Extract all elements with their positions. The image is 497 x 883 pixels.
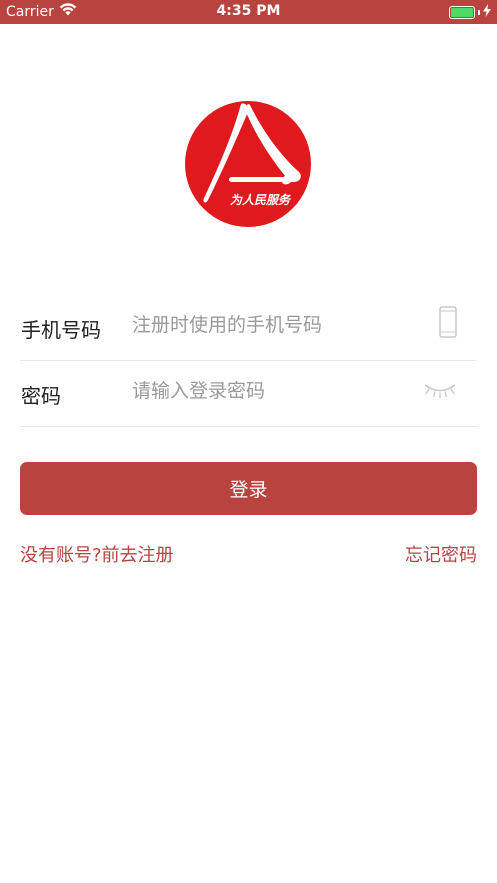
app-logo: 为人民服务 (184, 100, 312, 228)
battery-icon (449, 6, 475, 19)
phone-icon (439, 306, 457, 342)
battery-level (451, 8, 473, 17)
forgot-password-link[interactable]: 忘记密码 (405, 541, 477, 567)
phone-input[interactable] (132, 308, 412, 342)
phone-label: 手机号码 (21, 318, 101, 342)
status-bar: Carrier 4:35 PM (0, 0, 497, 24)
status-time: 4:35 PM (216, 3, 281, 19)
battery-cap (478, 10, 480, 15)
logo-caption: 为人民服务 (230, 193, 292, 207)
people-service-logo: 为人民服务 (185, 101, 311, 227)
password-input[interactable] (132, 374, 412, 408)
register-link[interactable]: 没有账号?前去注册 (20, 541, 174, 567)
login-button[interactable]: 登录 (20, 462, 477, 515)
phone-row: 手机号码 (20, 290, 477, 361)
charging-icon (483, 4, 491, 21)
password-label: 密码 (21, 384, 61, 408)
password-row: 密码 (20, 356, 477, 427)
status-right (449, 4, 491, 21)
login-screen: Carrier 4:35 PM 为人民服务 手机号码 注册时使用的手机号码 密码… (0, 0, 497, 883)
eye-closed-icon[interactable] (423, 382, 457, 404)
